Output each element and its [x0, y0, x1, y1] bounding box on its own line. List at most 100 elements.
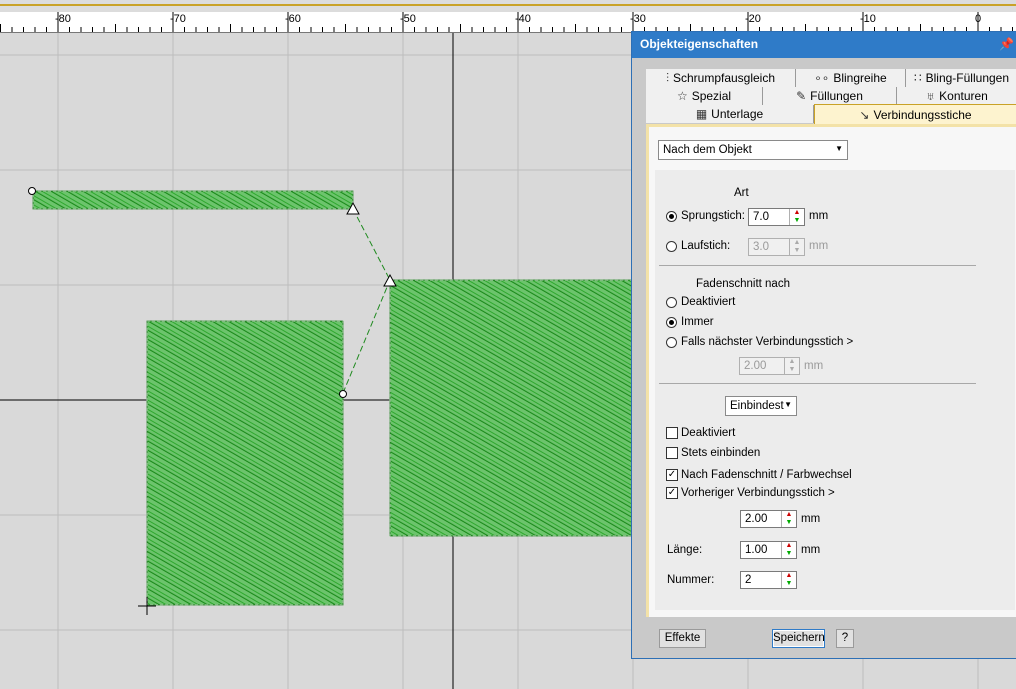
top-accent-line [0, 4, 1016, 6]
connector-icon: ↘ [859, 108, 870, 122]
eb-deaktiviert-label: Deaktiviert [681, 427, 736, 439]
spin-arrows-icon[interactable]: ▲ ▼ [781, 572, 796, 588]
connector-stitch-line [342, 279, 391, 394]
tab-label: Verbindungsstiche [873, 108, 972, 122]
ruler-label: -30 [630, 13, 646, 25]
bling-fill-icon: ∷ [913, 71, 922, 85]
pin-icon[interactable]: 📌 [999, 37, 1014, 51]
ruler-label: -80 [55, 13, 71, 25]
fs-falls-radio[interactable] [666, 337, 677, 348]
settings-inner-panel [655, 170, 1015, 610]
spin-arrows-icon: ▲ ▼ [789, 239, 804, 255]
fs-spinner: 2.00 ▲ ▼ [739, 357, 800, 375]
eb-stets-checkbox[interactable] [666, 447, 678, 459]
einbindest-value: Einbindest [730, 400, 784, 412]
tab-spezial[interactable]: ☆ Spezial [646, 87, 763, 105]
effekte-button[interactable]: Effekte [659, 629, 706, 648]
fs-value: 2.00 [744, 360, 767, 372]
laufstich-value: 3.0 [753, 241, 769, 253]
ruler-label: -20 [745, 13, 761, 25]
chevron-down-icon: ▼ [784, 400, 792, 409]
unit-label: mm [804, 360, 824, 372]
tab-konturen[interactable]: ♅ Konturen [897, 87, 1016, 105]
nummer-spinner[interactable]: 2 ▲ ▼ [740, 571, 797, 589]
tab-blingreihe[interactable]: ∘∘ Blingreihe [796, 69, 906, 87]
stitch-object-left[interactable] [146, 320, 344, 606]
laufstich-spinner: 3.0 ▲ ▼ [748, 238, 805, 256]
divider [659, 383, 976, 384]
laufstich-radio[interactable] [666, 241, 677, 252]
stitch-object-right[interactable] [389, 279, 636, 537]
fs-deaktiviert-label: Deaktiviert [681, 296, 736, 308]
fadenschnitt-heading: Fadenschnitt nach [696, 278, 790, 290]
laenge-value: 1.00 [745, 544, 768, 556]
sprungstich-value: 7.0 [753, 211, 769, 223]
eb-vorheriger-label: Vorheriger Verbindungsstich > [681, 487, 835, 499]
contour-icon: ♅ [926, 89, 936, 103]
fill-icon: ✎ [796, 89, 807, 103]
eb-value: 2.00 [745, 513, 768, 525]
end-point-icon[interactable] [339, 390, 347, 398]
spin-arrows-icon[interactable]: ▲ ▼ [781, 511, 796, 527]
eb-vorheriger-checkbox[interactable]: ✓ [666, 487, 678, 499]
tab-label: Füllungen [810, 89, 863, 103]
laenge-label: Länge: [667, 544, 703, 556]
top-strip [0, 0, 1016, 12]
tab-fuellungen[interactable]: ✎ Füllungen [763, 87, 897, 105]
fs-immer-label: Immer [681, 316, 714, 328]
unit-label: mm [801, 544, 821, 556]
speichern-button[interactable]: Speichern [772, 629, 825, 648]
tab-unterlage[interactable]: ▦ Unterlage [646, 105, 814, 123]
tab-label: Konturen [939, 89, 988, 103]
chevron-down-icon: ▼ [835, 144, 843, 153]
ruler-label: 0 [975, 13, 982, 25]
nummer-label: Nummer: [667, 574, 715, 586]
eb-stets-label: Stets einbinden [681, 447, 761, 459]
ruler-label: -60 [285, 13, 301, 25]
connector-stitch-line [352, 208, 391, 281]
tab-bling-fuellungen[interactable]: ∷ Bling-Füllungen [906, 69, 1016, 87]
object-properties-dialog: Objekteigenschaften 📌 ⫶ Schrumpfausgleic… [631, 31, 1016, 659]
spin-arrows-icon: ▲ ▼ [784, 358, 799, 374]
tab-label: Unterlage [711, 107, 764, 121]
divider [659, 265, 976, 266]
tab-label: Spezial [691, 89, 732, 103]
ruler-label: -40 [515, 13, 531, 25]
spin-arrows-icon[interactable]: ▲ ▼ [789, 209, 804, 225]
einbindest-select[interactable]: Einbindest ▼ [725, 396, 797, 416]
dialog-titlebar[interactable]: Objekteigenschaften 📌 [632, 32, 1016, 58]
unit-label: mm [801, 513, 821, 525]
tab-label: Blingreihe [833, 71, 887, 85]
star-icon: ☆ [676, 89, 688, 103]
nummer-value: 2 [745, 574, 752, 586]
stitch-object-bar[interactable] [32, 190, 354, 210]
tab-schrumpfausgleich[interactable]: ⫶ Schrumpfausgleich [646, 69, 796, 87]
start-point-icon[interactable] [28, 187, 36, 195]
eb-nach-checkbox[interactable]: ✓ [666, 469, 678, 481]
fs-deaktiviert-radio[interactable] [666, 297, 677, 308]
bling-row-icon: ∘∘ [814, 71, 830, 85]
ruler-label: -50 [400, 13, 416, 25]
spin-arrows-icon[interactable]: ▲ ▼ [781, 542, 796, 558]
laenge-spinner[interactable]: 1.00 ▲ ▼ [740, 541, 797, 559]
eb-spinner[interactable]: 2.00 ▲ ▼ [740, 510, 797, 528]
fs-immer-radio[interactable] [666, 317, 677, 328]
shrink-icon: ⫶ [665, 70, 669, 85]
mode-select[interactable]: Nach dem Objekt ▼ [658, 140, 848, 160]
unit-label: mm [809, 240, 829, 252]
horizontal-ruler[interactable]: -80 -70 -60 -50 -40 -30 -20 -10 0 [0, 12, 1016, 33]
tab-label: Bling-Füllungen [925, 71, 1010, 85]
underlay-icon: ▦ [695, 107, 708, 121]
dialog-title: Objekteigenschaften [640, 37, 759, 51]
eb-deaktiviert-checkbox[interactable] [666, 427, 678, 439]
connector-settings-panel: Nach dem Objekt ▼ Art Sprungstich: 7.0 ▲… [646, 124, 1016, 617]
laufstich-label: Laufstich: [681, 240, 731, 252]
tab-verbindungsstiche[interactable]: ↘ Verbindungsstiche [814, 104, 1016, 125]
art-heading: Art [734, 187, 749, 199]
mode-select-value: Nach dem Objekt [663, 144, 752, 156]
sprungstich-spinner[interactable]: 7.0 ▲ ▼ [748, 208, 805, 226]
help-button[interactable]: ? [836, 629, 854, 648]
unit-label: mm [809, 210, 829, 222]
ruler-label: -10 [860, 13, 876, 25]
sprungstich-radio[interactable] [666, 211, 677, 222]
